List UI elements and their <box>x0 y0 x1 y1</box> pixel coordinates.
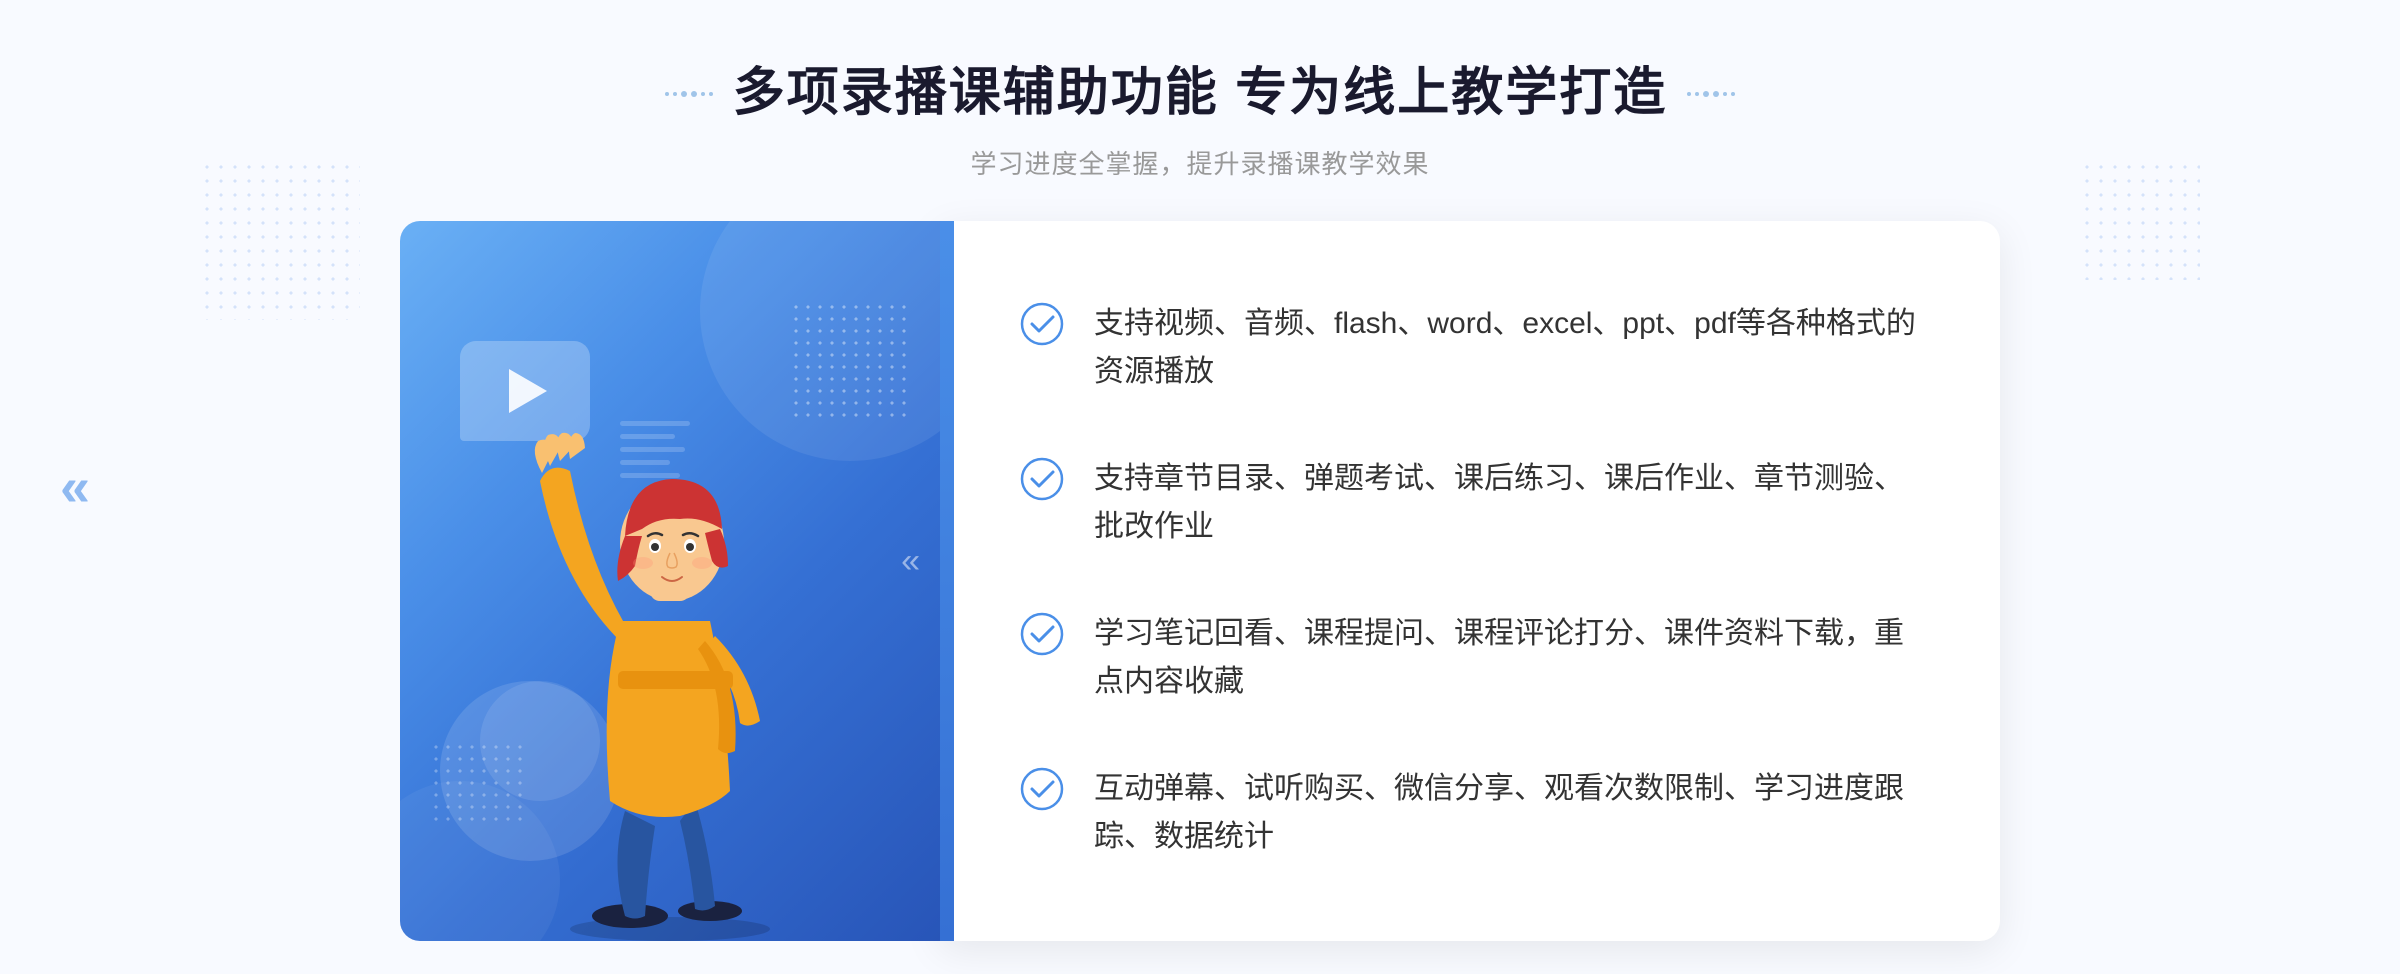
dot-6 <box>709 92 713 96</box>
dot-r6 <box>1731 92 1735 96</box>
feature-text-2: 支持章节目录、弹题考试、课后练习、课后作业、章节测验、批改作业 <box>1094 455 1920 551</box>
check-icon-3 <box>1020 612 1064 656</box>
illustration-panel: « <box>400 221 940 941</box>
header-decoration: 多项录播课辅助功能 专为线上教学打造 <box>665 60 1735 128</box>
feature-text-4: 互动弹幕、试听购买、微信分享、观看次数限制、学习进度跟踪、数据统计 <box>1094 765 1920 861</box>
person-illustration <box>480 381 860 941</box>
feature-item-2: 支持章节目录、弹题考试、课后练习、课后作业、章节测验、批改作业 <box>1020 435 1920 571</box>
dots-decoration-right <box>2080 160 2200 280</box>
feature-item-3: 学习笔记回看、课程提问、课程评论打分、课件资料下载，重点内容收藏 <box>1020 590 1920 726</box>
header-dots-right <box>1687 91 1735 97</box>
content-area: « <box>400 221 2000 941</box>
dot-r3 <box>1703 91 1709 97</box>
dots-decoration-left <box>200 160 360 320</box>
dot-2 <box>673 92 677 96</box>
nav-chevron-left[interactable]: « <box>60 456 90 518</box>
check-icon-4 <box>1020 767 1064 811</box>
figure-container <box>400 361 940 941</box>
dot-r4 <box>1713 91 1719 97</box>
dot-r2 <box>1695 92 1699 96</box>
feature-item-1: 支持视频、音频、flash、word、excel、ppt、pdf等各种格式的资源… <box>1020 280 1920 416</box>
check-icon-1 <box>1020 302 1064 346</box>
dot-1 <box>665 92 669 96</box>
dot-4 <box>691 91 697 97</box>
header-section: 多项录播课辅助功能 专为线上教学打造 学习进度全掌握，提升录播课教学效果 <box>665 0 1735 181</box>
feature-text-1: 支持视频、音频、flash、word、excel、ppt、pdf等各种格式的资源… <box>1094 300 1920 396</box>
dot-r1 <box>1687 92 1691 96</box>
header-dots-left <box>665 91 713 97</box>
feature-item-4: 互动弹幕、试听购买、微信分享、观看次数限制、学习进度跟踪、数据统计 <box>1020 745 1920 881</box>
dot-5 <box>701 92 705 96</box>
check-icon-2 <box>1020 457 1064 501</box>
page-title: 多项录播课辅助功能 专为线上教学打造 <box>733 60 1667 128</box>
features-panel: 支持视频、音频、flash、word、excel、ppt、pdf等各种格式的资源… <box>940 221 2000 941</box>
page-subtitle: 学习进度全掌握，提升录播课教学效果 <box>665 144 1735 181</box>
chevron-double-icon: « <box>60 457 90 517</box>
dot-r5 <box>1723 92 1727 96</box>
feature-text-3: 学习笔记回看、课程提问、课程评论打分、课件资料下载，重点内容收藏 <box>1094 610 1920 706</box>
side-accent-bar <box>940 221 954 941</box>
dot-3 <box>681 91 687 97</box>
page-container: « 多项录播课辅助功能 专为线上教学打造 <box>0 0 2400 974</box>
